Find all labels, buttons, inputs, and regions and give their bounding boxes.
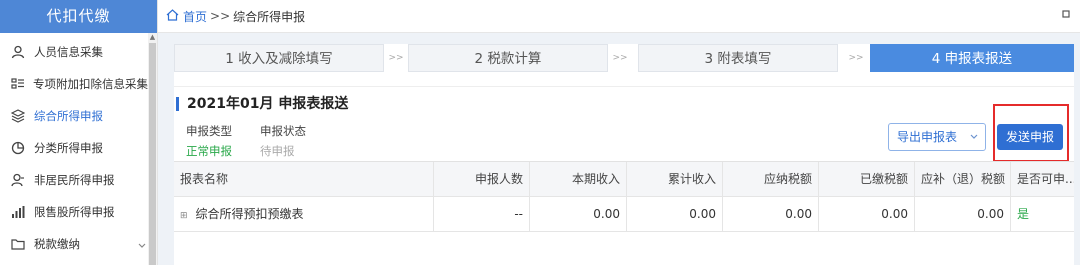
table-header-cell[interactable]: 应补（退）税额 [915,162,1011,197]
breadcrumb-separator: >> [210,9,231,23]
sidebar-item-special-deduction[interactable]: 专项附加扣除信息采集 [0,69,148,99]
breadcrumb-current: 综合所得申报 [233,9,306,24]
table-cell-name: ⊞ 综合所得预扣预缴表 [174,197,434,232]
sidebar-item-label: 综合所得申报 [34,109,103,123]
sidebar-item-label: 非居民所得申报 [34,173,115,187]
report-name: 综合所得预扣预缴表 [195,207,304,221]
step-separator: >> [848,53,864,63]
table-cell: 0.00 [915,197,1011,232]
table-cell: 0.00 [819,197,915,232]
sidebar-item-label: 专项附加扣除信息采集 [33,77,148,91]
pie-chart-icon [10,140,26,156]
declare-type-label: 申报类型 [186,124,232,138]
export-declaration-button[interactable]: 导出申报表 [888,123,986,151]
declaration-panel: 2021年01月 申报表报送 申报类型 正常申报 申报状态 待申报 导出申报表 … [174,86,1074,265]
declare-status: 申报状态 待申报 [260,123,306,159]
content-area: 1 收入及减除填写 >> 2 税款计算 >> 3 附表填写 >> 4 申报表报送… [174,44,1074,265]
table-header-cell[interactable]: 应纳税额 [723,162,819,197]
table-row[interactable]: ⊞ 综合所得预扣预缴表 -- 0.00 0.00 0.00 0.00 0.00 是 [174,197,1074,232]
table-cell: 0.00 [627,197,723,232]
export-button-label: 导出申报表 [897,130,958,144]
step-separator: >> [388,53,404,63]
list-icon [10,76,25,92]
sidebar-scrollbar[interactable]: ▲ [148,33,157,265]
table-header-cell[interactable]: 是否可申... [1011,162,1074,197]
sidebar-item-comprehensive-income[interactable]: 综合所得申报 [0,101,148,131]
layers-icon [10,108,26,124]
declare-status-value: 待申报 [260,144,295,158]
breadcrumb-home-link[interactable]: 首页 [183,8,207,25]
table-header-cell[interactable]: 已缴税额 [819,162,915,197]
bar-chart-icon [10,204,26,220]
step-4[interactable]: 4 申报表报送 [870,44,1074,72]
sidebar-title: 代扣代缴 [0,0,157,33]
table-header-cell[interactable]: 申报人数 [434,162,530,197]
sidebar-item-tax-payment[interactable]: 税款缴纳 [0,229,148,259]
table-cell: 0.00 [530,197,627,232]
app-window: 代扣代缴 人员信息采集 专项附加扣除信息采集 综合所得申报 分类所得申报 非居民… [0,0,1080,265]
declaration-table: 报表名称 申报人数 本期收入 累计收入 应纳税额 已缴税额 应补（退）税额 是否… [174,161,1074,232]
sidebar: 代扣代缴 人员信息采集 专项附加扣除信息采集 综合所得申报 分类所得申报 非居民… [0,0,158,265]
expand-icon[interactable]: ⊞ [180,199,188,232]
person-outline-icon [10,172,26,188]
scroll-up-icon[interactable]: ▲ [149,34,156,41]
declare-type-value: 正常申报 [186,144,232,158]
sidebar-item-classified-income[interactable]: 分类所得申报 [0,133,148,163]
sidebar-item-non-resident[interactable]: 非居民所得申报 [0,165,148,195]
home-icon[interactable] [166,8,179,24]
table-header-cell[interactable]: 本期收入 [530,162,627,197]
sidebar-item-personnel[interactable]: 人员信息采集 [0,37,148,67]
breadcrumb: 首页 >> 综合所得申报 [158,0,1080,33]
table-cell-can-declare: 是 [1017,207,1030,221]
declare-status-label: 申报状态 [260,124,306,138]
step-separator: >> [612,53,628,63]
declare-type: 申报类型 正常申报 [186,123,232,159]
panel-title: 2021年01月 申报表报送 [176,97,348,111]
sidebar-item-label: 分类所得申报 [34,141,103,155]
sidebar-item-label: 限售股所得申报 [34,205,115,219]
table-cell: 0.00 [723,197,819,232]
send-declaration-button[interactable]: 发送申报 [997,124,1063,150]
step-3[interactable]: 3 附表填写 [638,44,838,72]
step-bar: 1 收入及减除填写 >> 2 税款计算 >> 3 附表填写 >> 4 申报表报送 [174,44,1074,72]
sidebar-item-label: 人员信息采集 [34,45,103,59]
table-header-cell[interactable]: 报表名称 [174,162,434,197]
step-2[interactable]: 2 税款计算 [408,44,608,72]
sidebar-item-restricted-shares[interactable]: 限售股所得申报 [0,197,148,227]
chevron-down-icon [138,238,146,252]
chevron-down-icon [970,124,978,161]
scrollbar-thumb[interactable] [149,43,156,265]
main-area: 首页 >> 综合所得申报 1 收入及减除填写 >> 2 税款计算 >> 3 附表… [158,0,1080,265]
folder-icon [10,236,26,252]
table-header-cell[interactable]: 累计收入 [627,162,723,197]
sidebar-item-label: 税款缴纳 [34,237,80,251]
step-1[interactable]: 1 收入及减除填写 [174,44,384,72]
restore-window-icon[interactable] [1062,10,1070,21]
person-icon [10,44,26,60]
table-cell: -- [434,197,530,232]
table-header-row: 报表名称 申报人数 本期收入 累计收入 应纳税额 已缴税额 应补（退）税额 是否… [174,162,1074,197]
